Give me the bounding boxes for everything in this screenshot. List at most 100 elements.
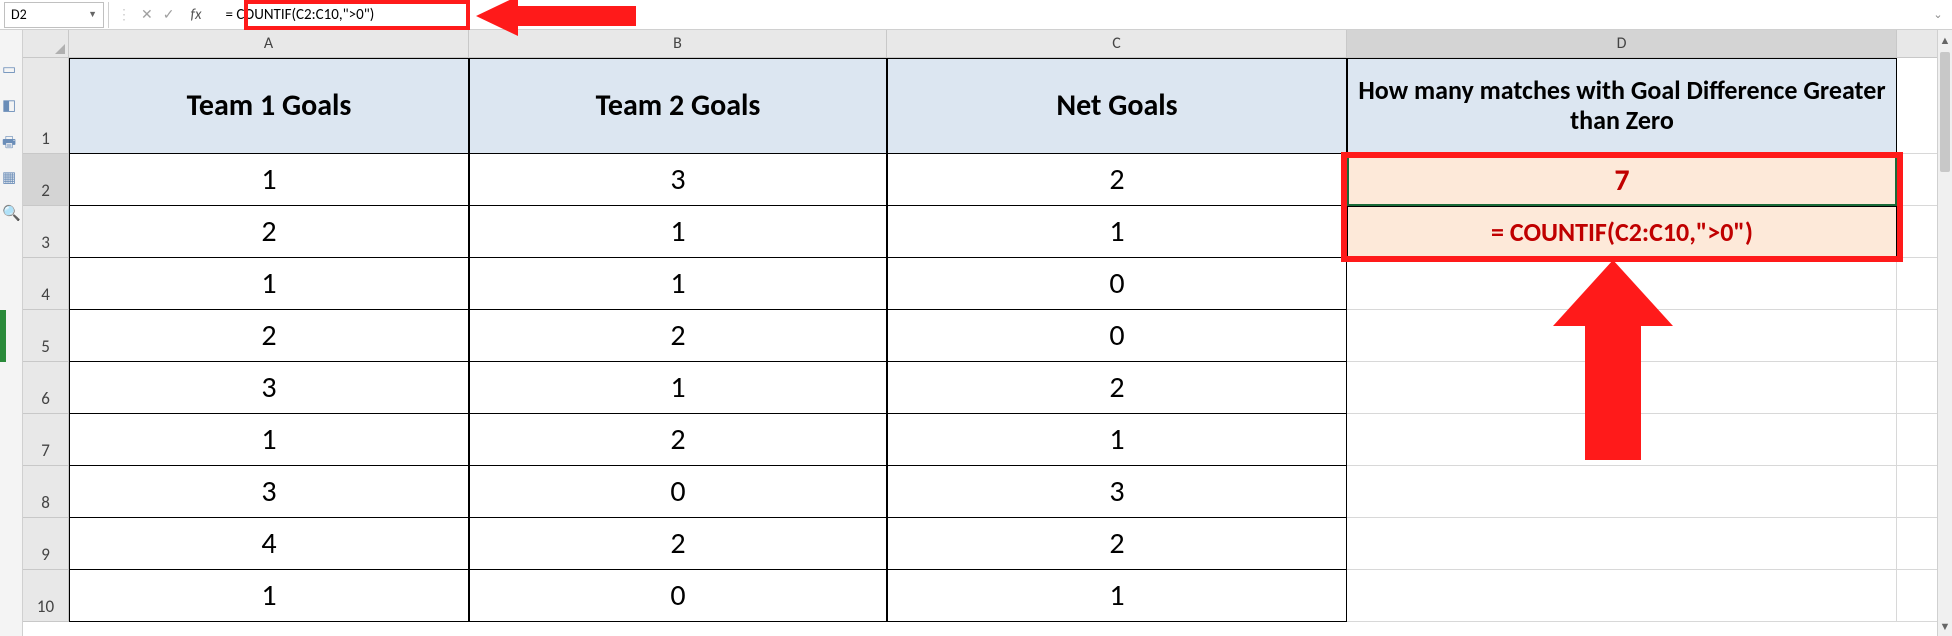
cell-D4[interactable]: [1347, 258, 1897, 310]
row-8: 8 3 0 3: [23, 466, 1937, 518]
cell-rest-3[interactable]: [1897, 206, 1937, 258]
cell-C8[interactable]: 3: [887, 466, 1347, 518]
row-7: 7 1 2 1: [23, 414, 1937, 466]
left-indicator-tab: [0, 310, 6, 362]
grid-area: A B C D 1 Team 1 Goals Team 2 Goals Net …: [23, 30, 1937, 636]
cell-A9[interactable]: 4: [69, 518, 469, 570]
cell-D1[interactable]: How many matches with Goal Difference Gr…: [1347, 58, 1897, 154]
cell-D2[interactable]: 7: [1347, 154, 1897, 206]
cell-rest-1[interactable]: [1897, 58, 1937, 154]
sidebar-icon-5[interactable]: 🔍: [2, 204, 20, 218]
row-6: 6 3 1 2: [23, 362, 1937, 414]
cell-rest-4[interactable]: [1897, 258, 1937, 310]
row-10: 10 1 0 1: [23, 570, 1937, 622]
row-2: 2 1 3 2 7: [23, 154, 1937, 206]
col-header-A[interactable]: A: [69, 30, 469, 58]
cell-A3[interactable]: 2: [69, 206, 469, 258]
cell-B7[interactable]: 2: [469, 414, 887, 466]
formula-bar-buttons: ⋮ ✕ ✓ fx: [108, 2, 216, 28]
cell-A5[interactable]: 2: [69, 310, 469, 362]
cell-C10[interactable]: 1: [887, 570, 1347, 622]
cell-C1[interactable]: Net Goals: [887, 58, 1347, 154]
cell-A10[interactable]: 1: [69, 570, 469, 622]
cell-D5[interactable]: [1347, 310, 1897, 362]
cell-B2[interactable]: 3: [469, 154, 887, 206]
cell-B8[interactable]: 0: [469, 466, 887, 518]
cell-rest-8[interactable]: [1897, 466, 1937, 518]
row-9: 9 4 2 2: [23, 518, 1937, 570]
sidebar-icon-1[interactable]: ▭: [2, 60, 20, 74]
sidebar-icon-3[interactable]: 🖶: [2, 132, 20, 146]
row-header-10[interactable]: 10: [23, 570, 69, 622]
scroll-thumb[interactable]: [1940, 52, 1950, 172]
col-header-B[interactable]: B: [469, 30, 887, 58]
cell-C7[interactable]: 1: [887, 414, 1347, 466]
cell-D10[interactable]: [1347, 570, 1897, 622]
cell-A2[interactable]: 1: [69, 154, 469, 206]
cell-B9[interactable]: 2: [469, 518, 887, 570]
col-header-C[interactable]: C: [887, 30, 1347, 58]
cell-C4[interactable]: 0: [887, 258, 1347, 310]
cell-C6[interactable]: 2: [887, 362, 1347, 414]
cell-B10[interactable]: 0: [469, 570, 887, 622]
cancel-icon[interactable]: ✕: [141, 6, 153, 23]
cell-C3[interactable]: 1: [887, 206, 1347, 258]
row-1: 1 Team 1 Goals Team 2 Goals Net Goals Ho…: [23, 58, 1937, 154]
column-headers-row: A B C D: [23, 30, 1937, 58]
cell-D7[interactable]: [1347, 414, 1897, 466]
row-header-3[interactable]: 3: [23, 206, 69, 258]
cell-rest-10[interactable]: [1897, 570, 1937, 622]
formula-bar: D2 ▼ ⋮ ✕ ✓ fx ⌄: [0, 0, 1952, 30]
row-header-8[interactable]: 8: [23, 466, 69, 518]
cell-D9[interactable]: [1347, 518, 1897, 570]
cell-D8[interactable]: [1347, 466, 1897, 518]
cell-rest-9[interactable]: [1897, 518, 1937, 570]
cell-A8[interactable]: 3: [69, 466, 469, 518]
row-4: 4 1 1 0: [23, 258, 1937, 310]
row-header-6[interactable]: 6: [23, 362, 69, 414]
cell-rest-5[interactable]: [1897, 310, 1937, 362]
enter-icon[interactable]: ✓: [163, 6, 175, 23]
scroll-up-icon[interactable]: ▲: [1938, 30, 1952, 50]
name-box-value: D2: [11, 6, 27, 23]
fx-icon[interactable]: fx: [184, 6, 207, 24]
cell-B1[interactable]: Team 2 Goals: [469, 58, 887, 154]
select-all-corner[interactable]: [23, 30, 69, 58]
cell-A4[interactable]: 1: [69, 258, 469, 310]
row-header-7[interactable]: 7: [23, 414, 69, 466]
cell-A6[interactable]: 3: [69, 362, 469, 414]
cell-D3[interactable]: = COUNTIF(C2:C10,">0"): [1347, 206, 1897, 258]
row-3: 3 2 1 1 = COUNTIF(C2:C10,">0"): [23, 206, 1937, 258]
row-header-9[interactable]: 9: [23, 518, 69, 570]
cell-A7[interactable]: 1: [69, 414, 469, 466]
cell-B5[interactable]: 2: [469, 310, 887, 362]
formula-bar-expand-icon[interactable]: ⌄: [1930, 8, 1952, 21]
cell-B3[interactable]: 1: [469, 206, 887, 258]
divider-icon: ⋮: [117, 6, 131, 23]
cell-rest-7[interactable]: [1897, 414, 1937, 466]
cell-A1[interactable]: Team 1 Goals: [69, 58, 469, 154]
cell-D6[interactable]: [1347, 362, 1897, 414]
row-header-4[interactable]: 4: [23, 258, 69, 310]
sidebar-icon-2[interactable]: ◧: [2, 96, 20, 110]
row-5: 5 2 2 0: [23, 310, 1937, 362]
cell-C2[interactable]: 2: [887, 154, 1347, 206]
name-box[interactable]: D2 ▼: [4, 2, 104, 28]
name-box-dropdown-icon[interactable]: ▼: [88, 9, 97, 20]
cell-C5[interactable]: 0: [887, 310, 1347, 362]
col-header-D[interactable]: D: [1347, 30, 1897, 58]
spreadsheet-area: ▭ ◧ 🖶 ▦ 🔍 A B C D 1 Team 1 Goals Team 2 …: [0, 30, 1952, 636]
sidebar-icon-4[interactable]: ▦: [2, 168, 20, 182]
cell-C9[interactable]: 2: [887, 518, 1347, 570]
col-header-rest[interactable]: [1897, 30, 1937, 58]
vertical-scrollbar[interactable]: ▲ ▼: [1937, 30, 1952, 636]
cell-B6[interactable]: 1: [469, 362, 887, 414]
row-header-2[interactable]: 2: [23, 154, 69, 206]
formula-input[interactable]: [216, 2, 1930, 28]
row-header-5[interactable]: 5: [23, 310, 69, 362]
cell-rest-6[interactable]: [1897, 362, 1937, 414]
row-header-1[interactable]: 1: [23, 58, 69, 154]
cell-rest-2[interactable]: [1897, 154, 1937, 206]
scroll-down-icon[interactable]: ▼: [1938, 616, 1952, 636]
cell-B4[interactable]: 1: [469, 258, 887, 310]
